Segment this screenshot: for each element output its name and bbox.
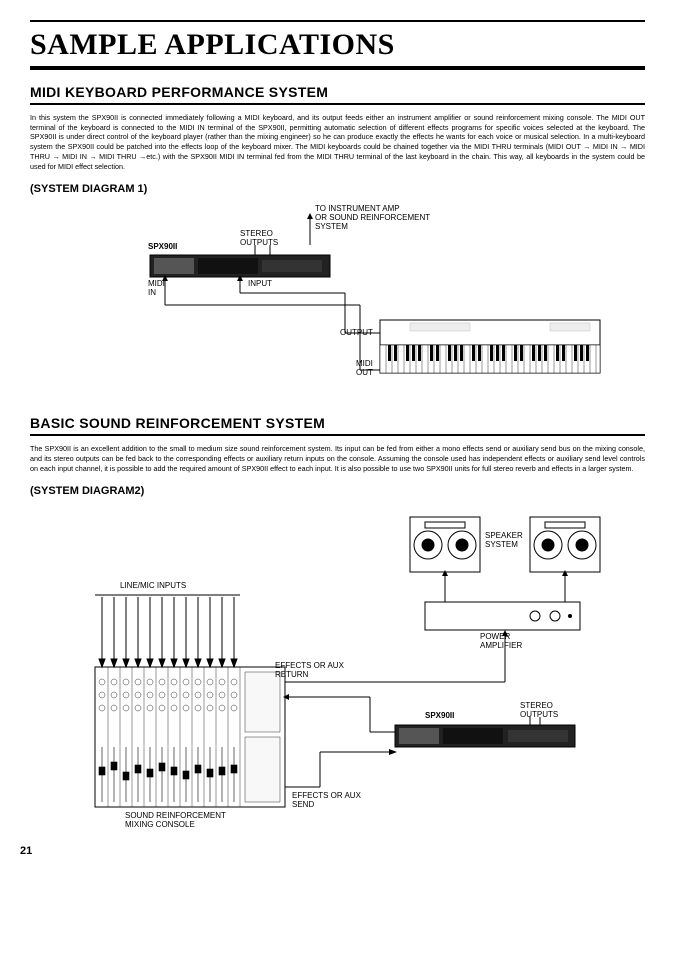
title-underline bbox=[30, 66, 645, 70]
label-output: OUTPUT bbox=[340, 329, 373, 338]
label-fxreturn: EFFECTS OR AUX RETURN bbox=[275, 662, 344, 680]
top-rule bbox=[30, 20, 645, 22]
label-stereo-2: STEREO OUTPUTS bbox=[520, 702, 558, 720]
page-title: SAMPLE APPLICATIONS bbox=[30, 28, 645, 62]
section2-head: BASIC SOUND REINFORCEMENT SYSTEM bbox=[30, 415, 645, 431]
section1-subhead: (SYSTEM DIAGRAM 1) bbox=[30, 183, 645, 195]
label-stereo-outputs: STEREO OUTPUTS bbox=[240, 230, 278, 248]
system-diagram-1: TO INSTRUMENT AMP OR SOUND REINFORCEMENT… bbox=[30, 205, 645, 395]
label-input: INPUT bbox=[248, 280, 272, 289]
label-spx90ii: SPX90II bbox=[148, 243, 177, 252]
section2-body: The SPX90II is an excellent addition to … bbox=[30, 444, 645, 473]
label-spx90ii-2: SPX90II bbox=[425, 712, 454, 721]
diagram1-svg bbox=[30, 205, 645, 395]
label-linemic: LINE/MIC INPUTS bbox=[120, 582, 186, 591]
label-midi-out: MIDI OUT bbox=[356, 360, 373, 378]
document-page: SAMPLE APPLICATIONS MIDI KEYBOARD PERFOR… bbox=[0, 0, 675, 867]
section1-underline bbox=[30, 103, 645, 105]
label-fxsend: EFFECTS OR AUX SEND bbox=[292, 792, 361, 810]
label-poweramp: POWER AMPLIFIER bbox=[480, 633, 522, 651]
section2-subhead: (SYSTEM DIAGRAM2) bbox=[30, 485, 645, 497]
label-to-amp: TO INSTRUMENT AMP OR SOUND REINFORCEMENT… bbox=[315, 205, 430, 231]
section1-head: MIDI KEYBOARD PERFORMANCE SYSTEM bbox=[30, 84, 645, 100]
section2-underline bbox=[30, 434, 645, 436]
system-diagram-2: LINE/MIC INPUTS SPEAKER SYSTEM POWER AMP… bbox=[30, 507, 645, 847]
label-console: SOUND REINFORCEMENT MIXING CONSOLE bbox=[125, 812, 226, 830]
page-number: 21 bbox=[20, 845, 32, 857]
label-speaker: SPEAKER SYSTEM bbox=[485, 532, 523, 550]
section1-body: In this system the SPX90II is connected … bbox=[30, 113, 645, 171]
label-midi-in: MIDI IN bbox=[148, 280, 165, 298]
